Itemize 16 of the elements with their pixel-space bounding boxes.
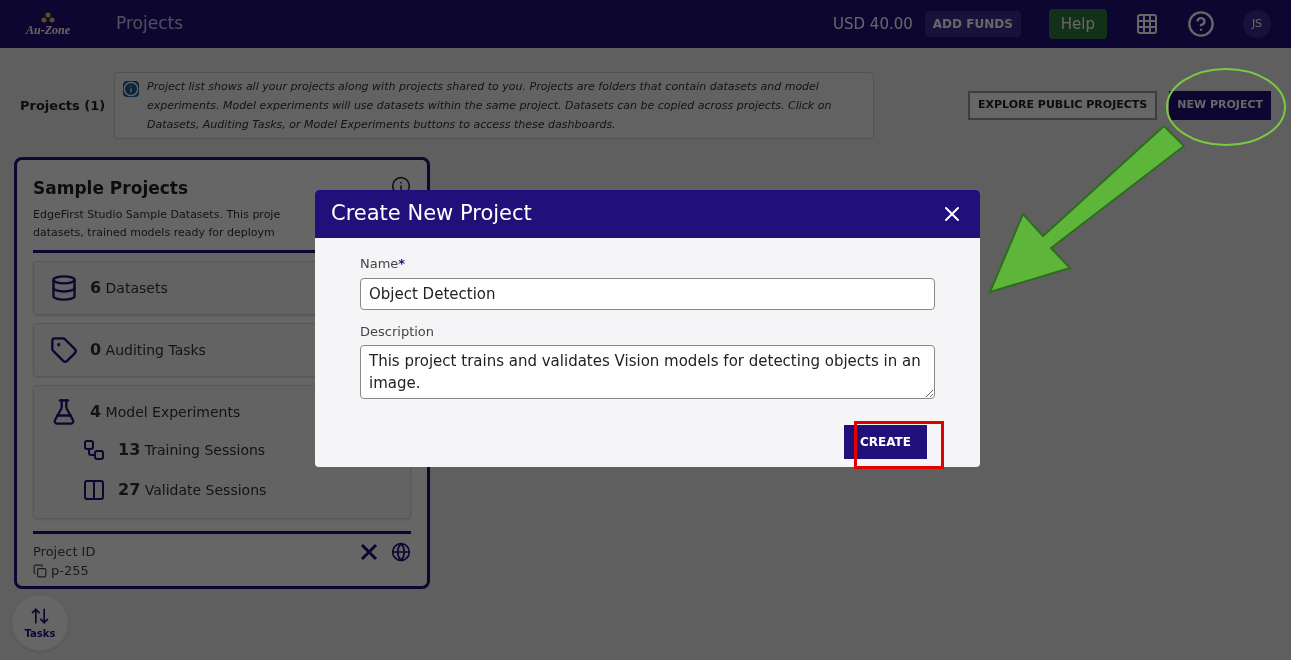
card-description: datasets, trained models ready for deploym — [33, 224, 275, 241]
dialog-title: Create New Project — [331, 200, 532, 228]
row-label: 13 Training Sessions — [118, 438, 266, 461]
info-text: Project list shows all your projects along with projects shared to you. Projects are folders that contain datasets and model experiments. Model experiments will use datasets within the same project. Datasets can be copied across projects. Click on Datasets, Auditing Tasks, or Model Experiments buttons to access these dashboards. — [147, 79, 833, 133]
row-label: 27 Validate Sessions — [118, 478, 267, 501]
card-title: Sample Projects — [33, 177, 189, 200]
page-title: Projects — [116, 12, 184, 36]
row-label: 6 Datasets — [90, 276, 168, 299]
balance: USD 40.00 — [833, 13, 913, 35]
row-label: 4 Model Experiments — [90, 400, 241, 423]
projects-heading: Projects (1) — [20, 96, 107, 115]
logo: Au-Zone — [20, 12, 76, 36]
project-id-label: Project ID — [33, 542, 96, 561]
row-label: 0 Auditing Tasks — [90, 338, 206, 361]
card-description: EdgeFirst Studio Sample Datasets. This proje — [33, 206, 281, 223]
project-id: p-255 — [51, 562, 89, 580]
